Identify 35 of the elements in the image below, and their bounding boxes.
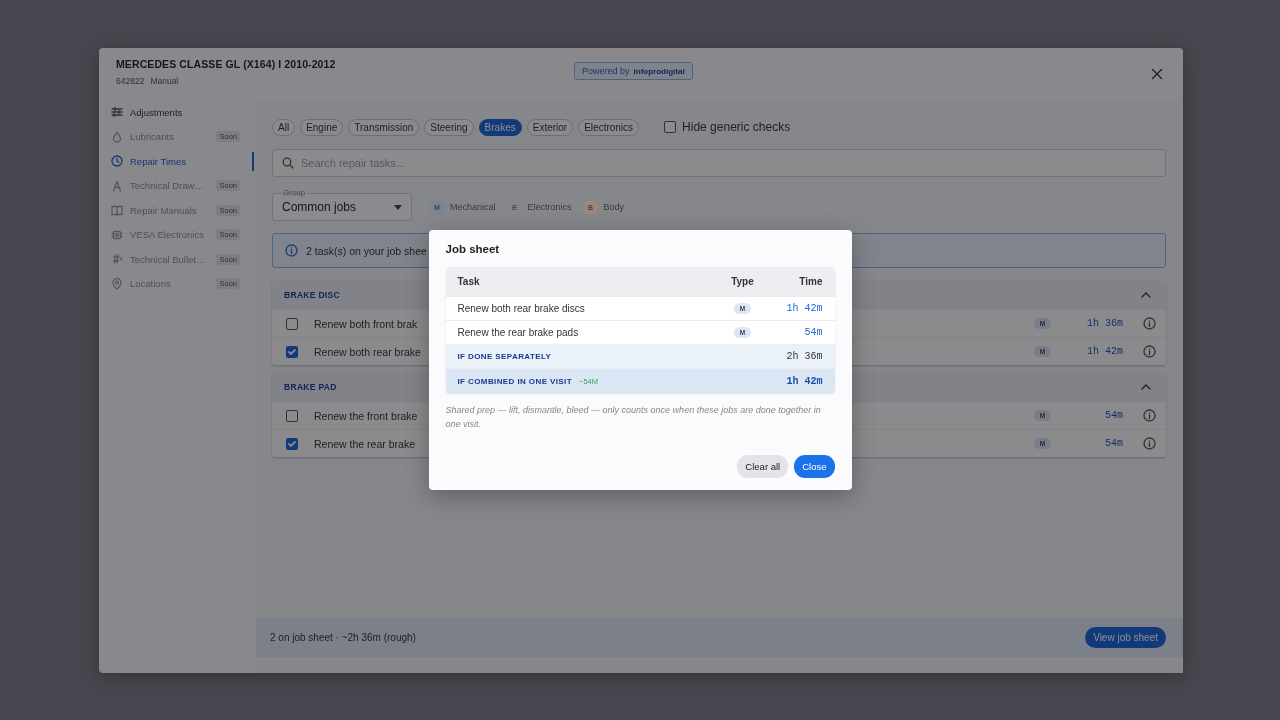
column-header: Type [730,276,755,287]
task-name: Renew both front brak [314,317,418,330]
banner-text: 2 task(s) on your job shee [306,244,427,257]
job-sheet-summary: 2 on job sheet · ~2h 36m (rough) [270,632,416,643]
group-value: Common jobs [282,200,357,214]
table-cell-text: Renew the rear brake pads [457,327,580,338]
summary-time: 1h 42m [785,375,823,387]
brand-logo: infoprodigital [633,66,685,76]
task-time: 54m [1104,410,1123,421]
column-header: Task [457,276,481,287]
vehicle-title: MERCEDES CLASSE GL (X164) I 2010-2012 [116,58,337,70]
table-cell-text: Renew both rear brake discs [457,303,586,314]
task-name: Renew both rear brake [314,345,421,358]
transmission-label: Manual [150,76,179,86]
task-name: Renew the front brake [314,409,418,422]
legend-label: Body [603,202,625,212]
task-time: 54m [1104,438,1123,449]
summary-label: IF COMBINED IN ONE VISIT [457,376,572,386]
dialog-note: Shared prep — lift, dismantle, bleed — only counts once when these jobs are done together in one visit. [445,404,822,431]
legend-label: Electronics [527,202,572,212]
summary-label: IF DONE SEPARATELY [457,352,553,361]
section-title: BRAKE DISC [284,290,340,300]
task-name: Renew the rear brake [314,437,415,450]
task-time: 1h 42m [1086,346,1123,357]
dialog-title: Job sheet [445,243,501,255]
column-header: Time [798,276,823,287]
summary-time: 2h 36m [785,351,823,362]
powered-by-label: Powered by [582,66,630,76]
checkbox-label: Hide generic checks [682,120,791,134]
section-title: BRAKE PAD [284,382,337,392]
task-time: 1h 36m [1086,318,1123,329]
table-cell-text: 54m [803,327,823,338]
vehicle-code: 642822 [116,76,145,86]
legend-label: Mechanical [450,202,496,212]
table-cell-text: 1h 42m [785,303,823,314]
